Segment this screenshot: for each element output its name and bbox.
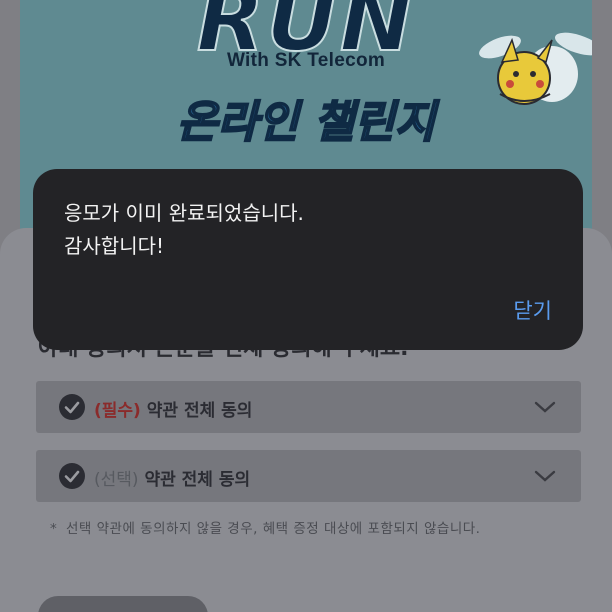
close-button[interactable]: 닫기 [513, 295, 552, 325]
alert-message-line-1: 응모가 이미 완료되었습니다. [64, 201, 304, 225]
optional-tag: (선택) [94, 470, 139, 490]
note-text: 선택 약관에 동의하지 않을 경우, 혜택 증정 대상에 포함되지 않습니다. [66, 521, 481, 537]
screen: RUN With SK Telecom 온라인 챌린지 아래 동의서 본문을 전… [0, 0, 612, 612]
chevron-down-icon[interactable] [533, 397, 557, 417]
bottom-action-button[interactable] [38, 596, 208, 612]
alert-message: 응모가 이미 완료되었습니다. 감사합니다! [64, 197, 304, 263]
note-bullet: * [50, 521, 58, 537]
alert-dialog: 응모가 이미 완료되었습니다. 감사합니다! 닫기 [33, 169, 583, 350]
alert-message-line-2: 감사합니다! [64, 234, 165, 258]
required-terms-text: (필수) 약관 전체 동의 [94, 396, 252, 421]
check-circle-icon[interactable] [59, 394, 85, 420]
pikachu-mascot-icon [479, 32, 592, 105]
check-circle-icon[interactable] [59, 463, 85, 489]
required-tag: (필수) [94, 401, 141, 421]
chevron-down-icon[interactable] [533, 466, 557, 486]
required-terms-row[interactable]: (필수) 약관 전체 동의 [36, 381, 581, 433]
optional-terms-text: (선택) 약관 전체 동의 [94, 465, 250, 490]
optional-terms-row[interactable]: (선택) 약관 전체 동의 [36, 450, 581, 502]
optional-terms-label: 약관 전체 동의 [144, 470, 251, 490]
required-terms-label: 약관 전체 동의 [146, 401, 253, 421]
terms-note: * 선택 약관에 동의하지 않을 경우, 혜택 증정 대상에 포함되지 않습니다… [50, 518, 586, 540]
